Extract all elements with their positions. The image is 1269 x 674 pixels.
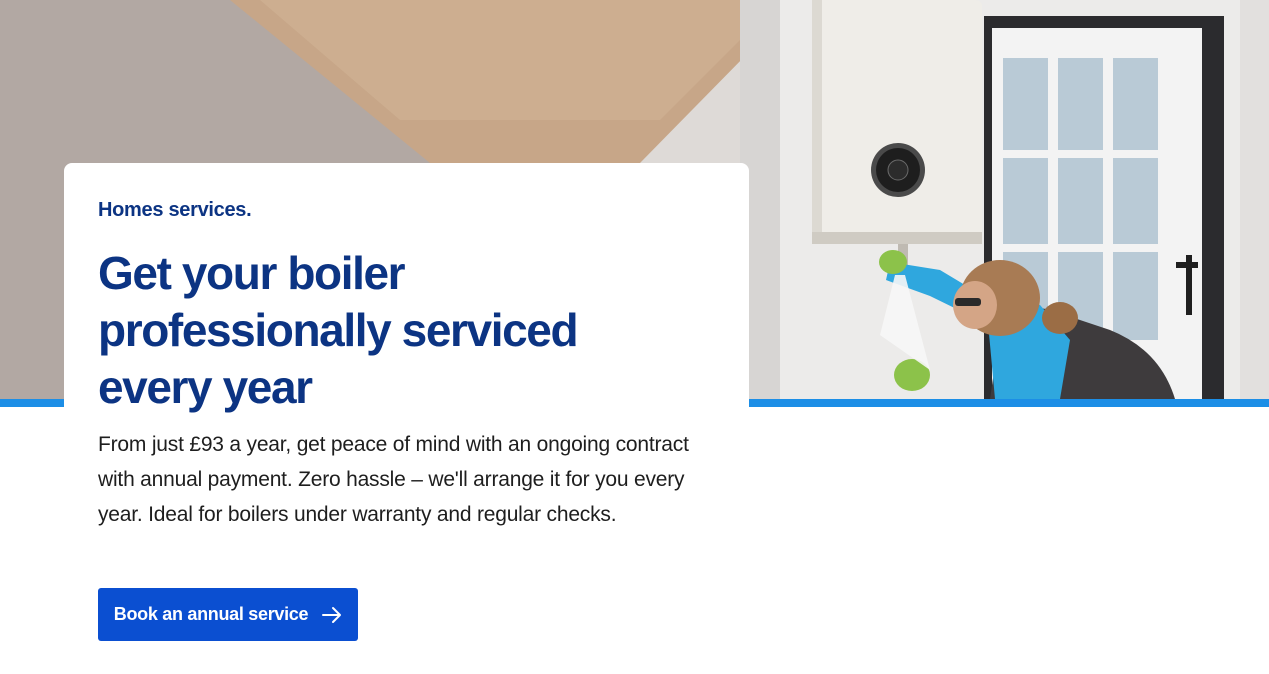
book-annual-service-label: Book an annual service	[113, 604, 309, 624]
promo-card: Homes services. Get your boiler professi…	[64, 163, 749, 674]
promo-description: From just £93 a year, get peace of mind …	[98, 433, 689, 526]
book-annual-service-button[interactable]: Book an annual service	[98, 588, 358, 641]
promo-headline: Get your boiler professionally serviced …	[98, 247, 579, 413]
section-eyebrow: Homes services.	[98, 199, 252, 221]
arrow-right-icon	[322, 606, 342, 624]
